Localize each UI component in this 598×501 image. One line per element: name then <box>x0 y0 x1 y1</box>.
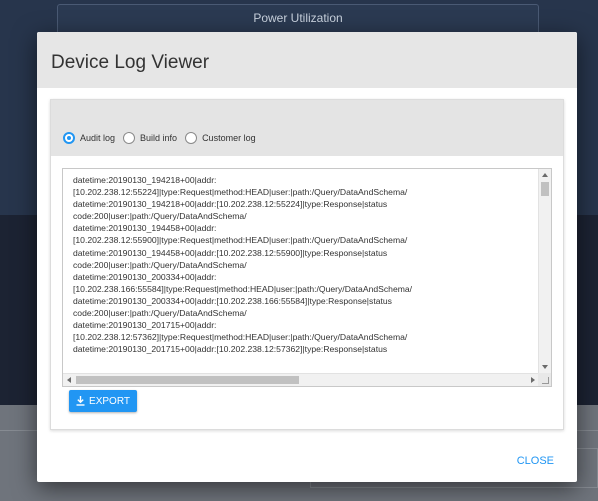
log-type-selector: Audit log Build info Customer log <box>51 100 563 156</box>
dialog-title: Device Log Viewer <box>51 52 210 73</box>
radio-button[interactable] <box>123 132 136 144</box>
log-content: datetime:20190130_194218+00|addr: [10.202… <box>63 169 539 373</box>
horizontal-scroll-thumb[interactable] <box>76 376 299 384</box>
scroll-up-arrow-icon[interactable] <box>542 173 548 177</box>
radio-customer-log[interactable]: Customer log <box>185 132 256 144</box>
resize-handle-icon[interactable] <box>538 373 551 386</box>
vertical-scrollbar[interactable] <box>538 169 551 373</box>
close-button[interactable]: CLOSE <box>517 455 554 467</box>
log-line: datetime:20190130_200334+00|addr:[10.202… <box>73 295 392 306</box>
vertical-scroll-thumb[interactable] <box>541 182 549 196</box>
log-line: code:200|user:|path:/Query/DataAndSchema… <box>73 259 247 270</box>
log-line: datetime:20190130_194218+00|addr: <box>73 175 217 185</box>
export-label: EXPORT <box>89 395 130 407</box>
log-textarea[interactable]: datetime:20190130_194218+00|addr: [10.202… <box>62 168 552 387</box>
log-line: [10.202.238.166:55584]|type:Request|meth… <box>73 283 413 294</box>
log-line: [10.202.238.12:55900]|type:Request|metho… <box>73 235 408 246</box>
radio-label: Customer log <box>202 133 256 143</box>
download-icon <box>76 396 85 406</box>
scroll-left-arrow-icon[interactable] <box>67 377 71 383</box>
export-button[interactable]: EXPORT <box>69 390 137 412</box>
radio-build-info[interactable]: Build info <box>123 132 177 144</box>
radio-button-selected[interactable] <box>63 132 75 144</box>
dialog-card: Audit log Build info Customer log dateti… <box>50 99 564 430</box>
log-line: code:200|user:|path:/Query/DataAndSchema… <box>73 211 247 222</box>
log-line: datetime:20190130_194458+00|addr: <box>73 223 217 234</box>
scroll-down-arrow-icon[interactable] <box>542 365 548 369</box>
radio-button[interactable] <box>185 132 198 144</box>
power-utilization-title: Power Utilization <box>253 11 343 25</box>
horizontal-scrollbar[interactable] <box>63 373 539 386</box>
log-line: datetime:20190130_201715+00|addr: <box>73 320 217 331</box>
dialog-header: Device Log Viewer <box>37 32 577 88</box>
log-line: datetime:20190130_200334+00|addr: <box>73 271 217 282</box>
radio-label: Build info <box>140 133 178 143</box>
log-line: code:200|user:|path:/Query/DataAndSchema… <box>73 308 247 319</box>
log-line: datetime:20190130_194218+00|addr:[10.202… <box>73 199 388 210</box>
device-log-viewer-dialog: Device Log Viewer Audit log Build info C… <box>37 32 577 482</box>
radio-label: Audit log <box>80 133 116 143</box>
log-line: [10.202.238.12:57362]|type:Request|metho… <box>73 332 408 343</box>
radio-audit-log[interactable]: Audit log <box>63 132 115 144</box>
log-line: datetime:20190130_201715+00|addr:[10.202… <box>73 344 388 355</box>
log-line: datetime:20190130_194458+00|addr:[10.202… <box>73 247 388 258</box>
scroll-right-arrow-icon[interactable] <box>531 377 535 383</box>
log-line: [10.202.238.12:55224]|type:Request|metho… <box>73 187 408 198</box>
